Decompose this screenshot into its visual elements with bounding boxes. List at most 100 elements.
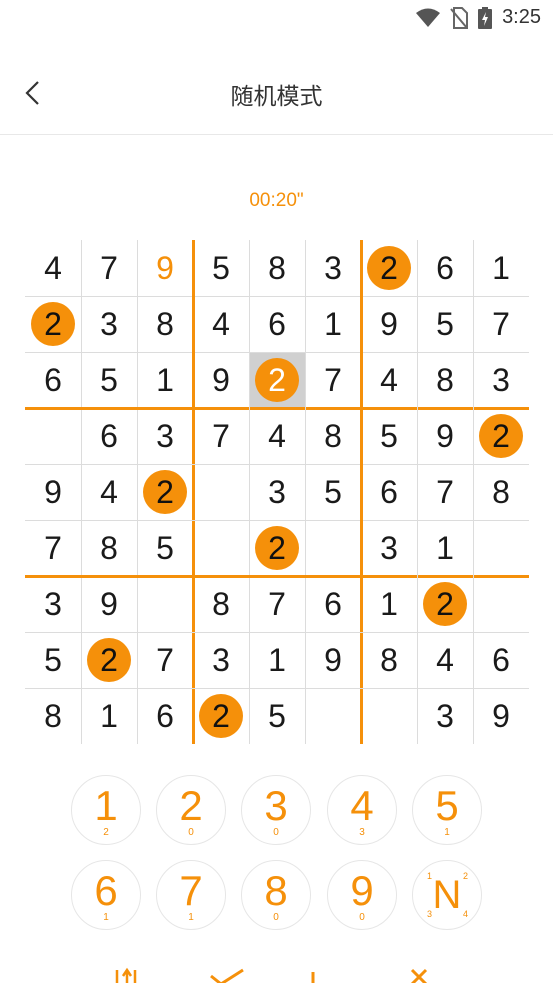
sudoku-cell[interactable]: 7	[417, 464, 473, 520]
sudoku-cell[interactable]: 6	[473, 632, 529, 688]
erase-button[interactable]	[400, 962, 440, 983]
digit-key-label: 7	[179, 867, 203, 914]
sudoku-cell[interactable]: 9	[473, 688, 529, 744]
sudoku-cell[interactable]: 8	[249, 240, 305, 296]
sudoku-cell[interactable]: 9	[81, 576, 137, 632]
sudoku-cell[interactable]: 4	[81, 464, 137, 520]
sudoku-cell[interactable]: 3	[81, 296, 137, 352]
digit-key-9[interactable]: 90	[327, 860, 397, 930]
sudoku-cell[interactable]: 2	[137, 464, 193, 520]
sudoku-cell[interactable]: 7	[249, 576, 305, 632]
check-button[interactable]	[207, 962, 247, 983]
sudoku-cell[interactable]: 1	[81, 688, 137, 744]
sudoku-cell[interactable]: 6	[361, 464, 417, 520]
sudoku-cell[interactable]: 2	[81, 632, 137, 688]
sudoku-cell[interactable]: 4	[361, 352, 417, 408]
sudoku-cell[interactable]: 3	[193, 632, 249, 688]
sudoku-cell[interactable]: 3	[305, 240, 361, 296]
sudoku-cell[interactable]: 1	[249, 632, 305, 688]
sudoku-cell[interactable]: 5	[249, 688, 305, 744]
undo-button[interactable]	[105, 962, 145, 983]
sudoku-cell[interactable]: 8	[25, 688, 81, 744]
sudoku-cell[interactable]: 4	[249, 408, 305, 464]
sudoku-cell[interactable]	[361, 688, 417, 744]
sudoku-cell[interactable]: 8	[193, 576, 249, 632]
sudoku-cell[interactable]: 8	[81, 520, 137, 576]
sudoku-cell[interactable]: 9	[305, 632, 361, 688]
sudoku-cell[interactable]: 5	[137, 520, 193, 576]
sudoku-cell[interactable]: 4	[193, 296, 249, 352]
digit-key-6[interactable]: 61	[71, 860, 141, 930]
sudoku-cell[interactable]: 4	[25, 240, 81, 296]
sudoku-cell[interactable]: 9	[25, 464, 81, 520]
sudoku-cell[interactable]	[25, 408, 81, 464]
sudoku-cell[interactable]: 2	[25, 296, 81, 352]
sudoku-cell[interactable]: 5	[305, 464, 361, 520]
sudoku-cell[interactable]: 3	[473, 352, 529, 408]
sudoku-cell[interactable]: 3	[25, 576, 81, 632]
sudoku-cell[interactable]: 5	[81, 352, 137, 408]
sudoku-cell[interactable]	[305, 688, 361, 744]
grid-line	[473, 240, 474, 744]
sudoku-cell[interactable]: 8	[417, 352, 473, 408]
no-sim-icon	[450, 6, 469, 29]
sudoku-cell[interactable]: 6	[305, 576, 361, 632]
note-mode-key[interactable]: N1 2 3 4	[412, 860, 482, 930]
cell-digit: 8	[44, 697, 62, 734]
sudoku-cell[interactable]: 6	[81, 408, 137, 464]
sudoku-cell[interactable]: 3	[137, 408, 193, 464]
sudoku-cell[interactable]: 3	[417, 688, 473, 744]
sudoku-cell[interactable]: 6	[137, 688, 193, 744]
digit-key-3[interactable]: 30	[241, 775, 311, 845]
digit-key-1[interactable]: 12	[71, 775, 141, 845]
sudoku-cell[interactable]	[473, 520, 529, 576]
sudoku-cell[interactable]: 9	[361, 296, 417, 352]
sudoku-cell[interactable]: 6	[25, 352, 81, 408]
sudoku-cell[interactable]: 7	[473, 296, 529, 352]
sudoku-cell[interactable]: 2	[361, 240, 417, 296]
sudoku-cell[interactable]: 9	[137, 240, 193, 296]
sudoku-cell[interactable]	[193, 520, 249, 576]
digit-key-5[interactable]: 51	[412, 775, 482, 845]
digit-key-8[interactable]: 80	[241, 860, 311, 930]
sudoku-cell[interactable]: 5	[193, 240, 249, 296]
sudoku-cell[interactable]: 9	[417, 408, 473, 464]
digit-key-7[interactable]: 71	[156, 860, 226, 930]
sudoku-cell[interactable]: 4	[417, 632, 473, 688]
sudoku-cell[interactable]: 3	[249, 464, 305, 520]
sudoku-cell[interactable]: 8	[473, 464, 529, 520]
sudoku-cell[interactable]: 6	[417, 240, 473, 296]
sudoku-cell[interactable]: 2	[193, 688, 249, 744]
cell-digit: 9	[212, 361, 230, 398]
sudoku-cell[interactable]: 8	[305, 408, 361, 464]
sudoku-cell[interactable]: 1	[361, 576, 417, 632]
digit-key-2[interactable]: 20	[156, 775, 226, 845]
sudoku-cell[interactable]: 2	[249, 520, 305, 576]
sudoku-cell[interactable]: 3	[361, 520, 417, 576]
sudoku-cell[interactable]	[137, 576, 193, 632]
sudoku-cell[interactable]: 7	[25, 520, 81, 576]
sudoku-cell[interactable]: 7	[137, 632, 193, 688]
sudoku-cell[interactable]: 6	[249, 296, 305, 352]
digit-key-4[interactable]: 43	[327, 775, 397, 845]
sudoku-cell[interactable]: 2	[249, 352, 305, 408]
sudoku-cell[interactable]: 1	[305, 296, 361, 352]
sudoku-cell[interactable]: 1	[473, 240, 529, 296]
sudoku-cell[interactable]: 8	[361, 632, 417, 688]
sudoku-cell[interactable]: 9	[193, 352, 249, 408]
sudoku-cell[interactable]: 2	[417, 576, 473, 632]
sudoku-cell[interactable]	[305, 520, 361, 576]
sudoku-cell[interactable]: 8	[137, 296, 193, 352]
sudoku-cell[interactable]: 1	[417, 520, 473, 576]
pencil-button[interactable]	[303, 962, 343, 983]
sudoku-cell[interactable]: 5	[25, 632, 81, 688]
sudoku-cell[interactable]: 5	[361, 408, 417, 464]
sudoku-cell[interactable]: 7	[193, 408, 249, 464]
sudoku-cell[interactable]: 2	[473, 408, 529, 464]
sudoku-cell[interactable]: 7	[305, 352, 361, 408]
sudoku-cell[interactable]	[193, 464, 249, 520]
sudoku-cell[interactable]	[473, 576, 529, 632]
sudoku-cell[interactable]: 1	[137, 352, 193, 408]
sudoku-cell[interactable]: 7	[81, 240, 137, 296]
sudoku-cell[interactable]: 5	[417, 296, 473, 352]
